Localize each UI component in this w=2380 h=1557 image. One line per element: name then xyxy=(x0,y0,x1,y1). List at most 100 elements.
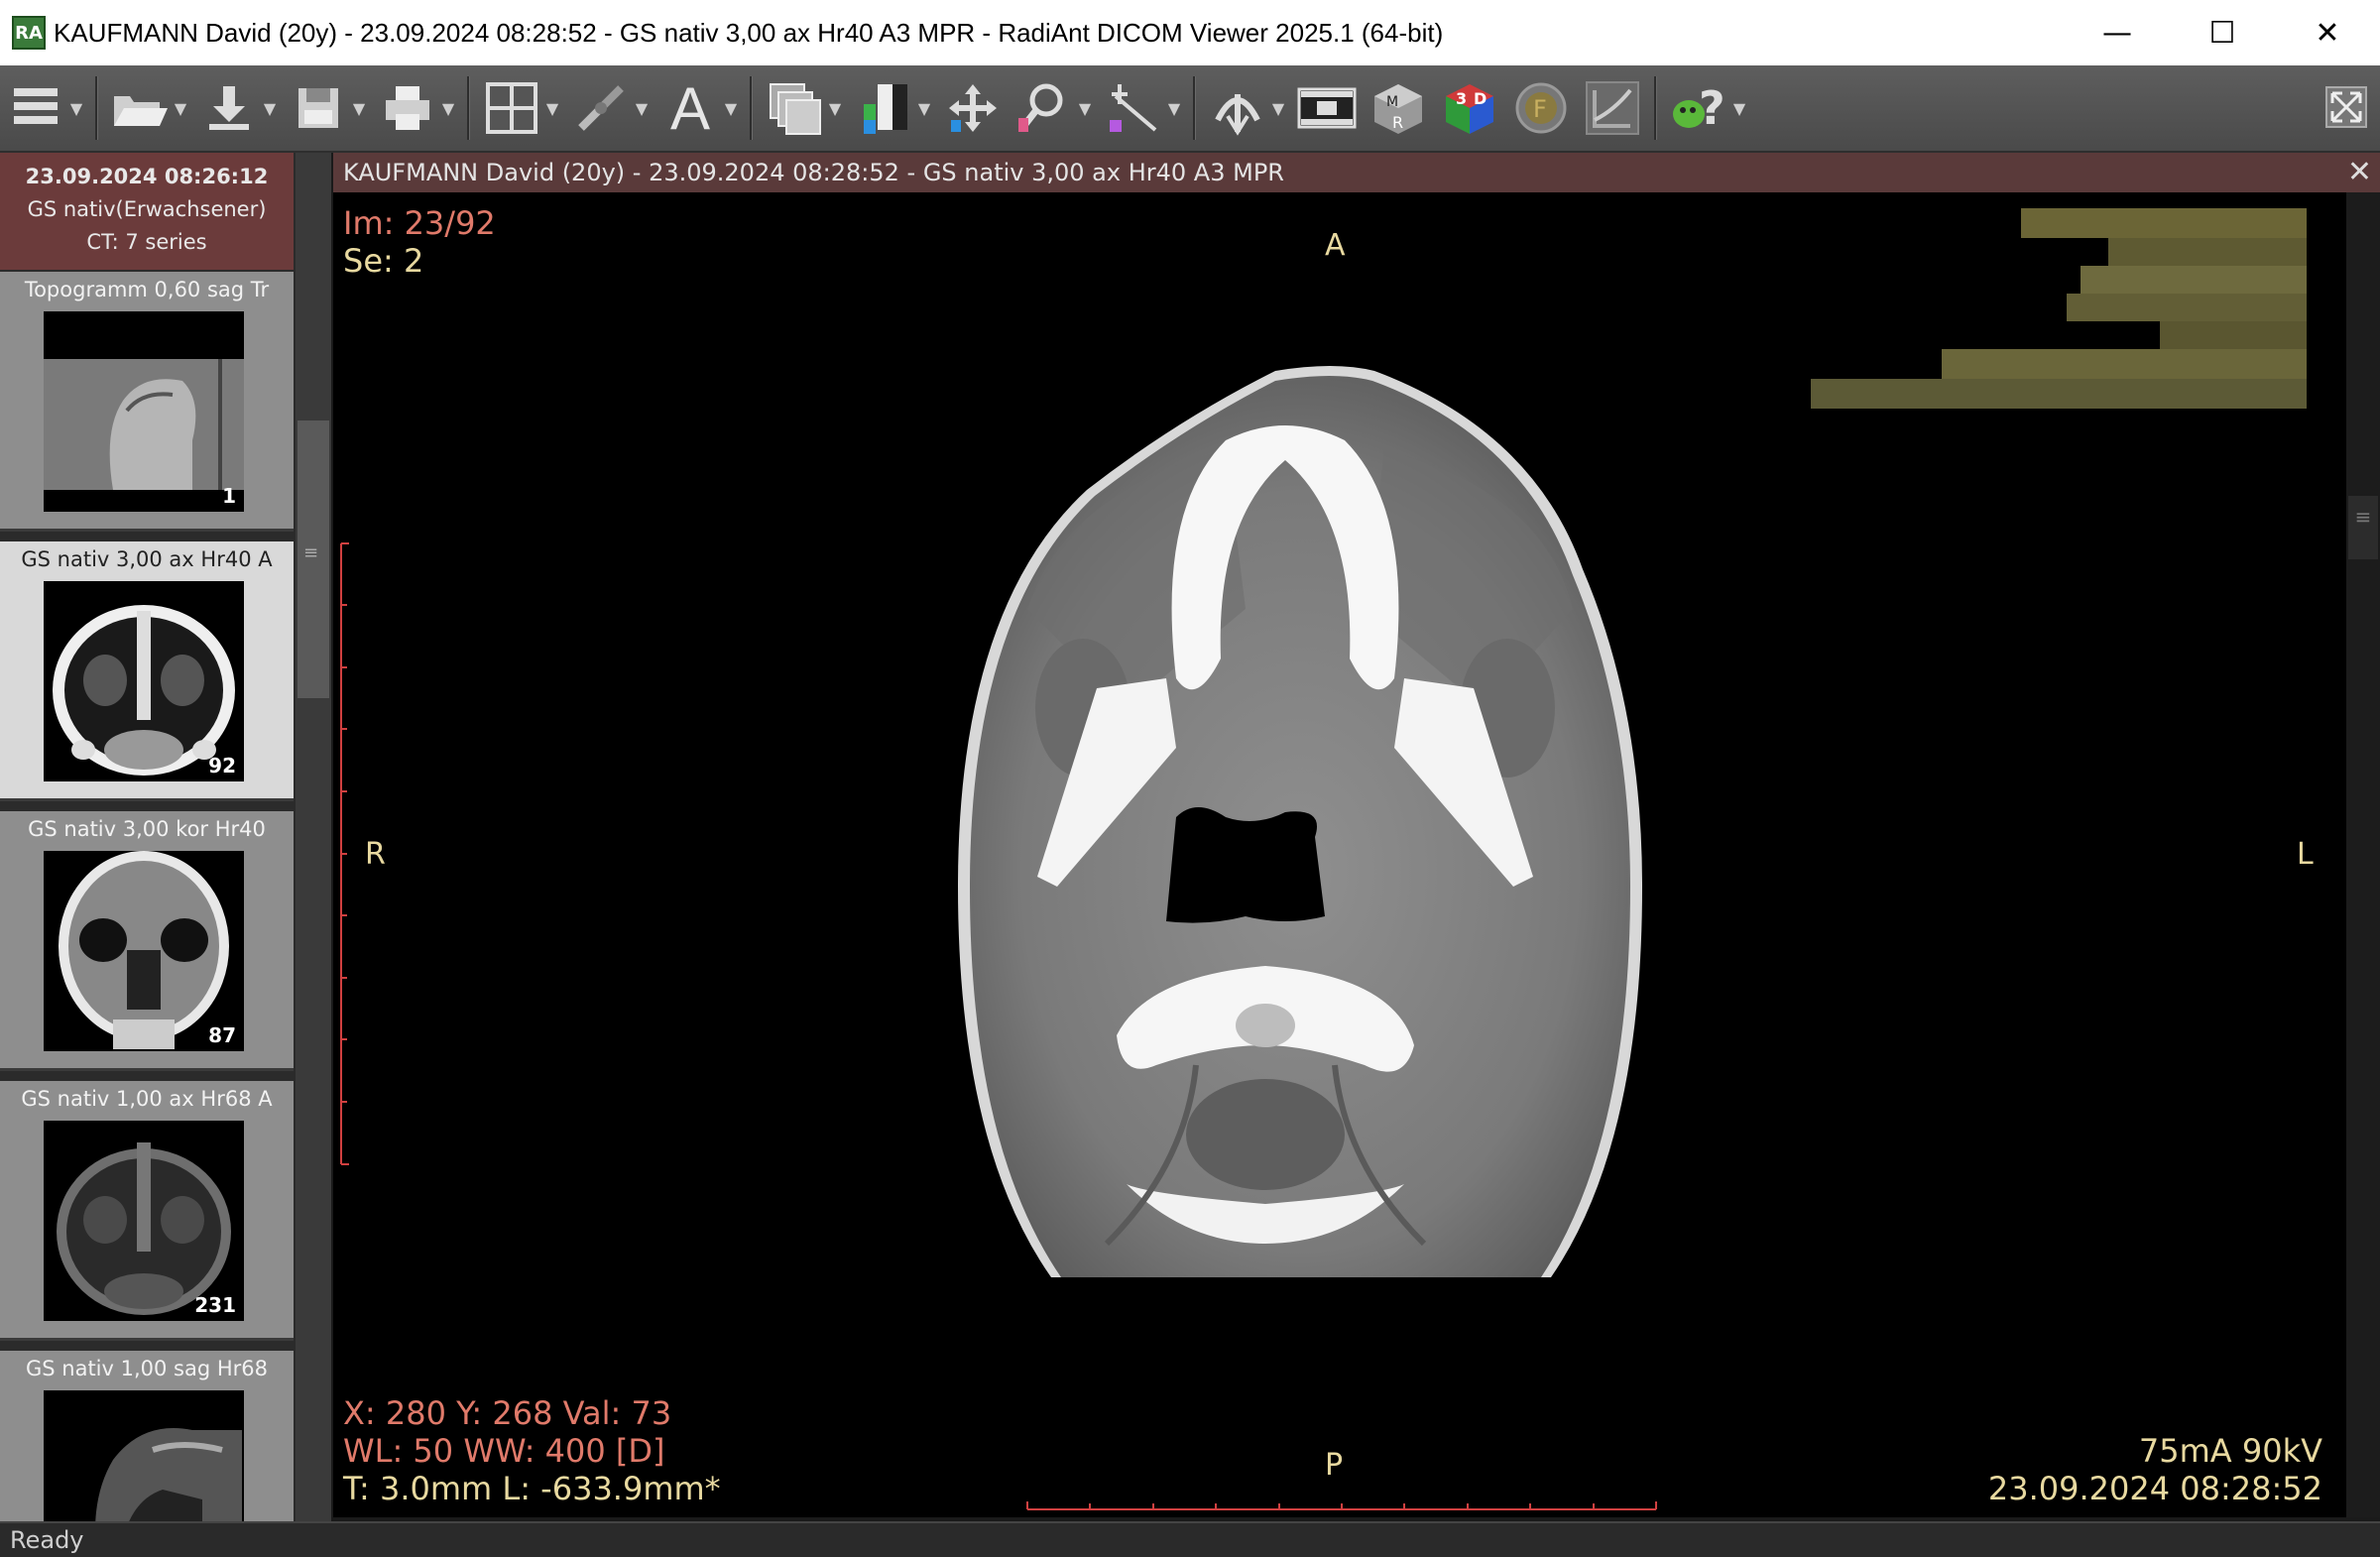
print-icon xyxy=(376,76,439,140)
series-stack-icon xyxy=(763,76,826,140)
3d-button[interactable]: 3D xyxy=(1434,72,1505,144)
chevron-down-icon[interactable]: ▼ xyxy=(826,99,844,118)
chevron-down-icon[interactable]: ▼ xyxy=(543,99,561,118)
window-level-readout: WL: 50 WW: 400 [D] xyxy=(343,1432,665,1470)
3d-icon: 3D xyxy=(1438,76,1501,140)
series-thumbnail-image: 92 xyxy=(44,581,244,781)
series-label: GS nativ 3,00 kor Hr40 xyxy=(28,817,266,841)
study-series-count: CT: 7 series xyxy=(86,230,207,254)
annotation-text-icon: A xyxy=(669,74,711,142)
series-thumbnail[interactable]: GS nativ 1,00 sag Hr68 xyxy=(0,1351,294,1521)
window-level-button[interactable]: ▼ xyxy=(848,72,937,144)
curve-button[interactable] xyxy=(1577,72,1648,144)
viewer-header: KAUFMANN David (20y) - 23.09.2024 08:28:… xyxy=(333,153,2380,192)
series-thumbnail[interactable]: GS nativ 3,00 ax Hr40 A 92 xyxy=(0,541,294,801)
splitter-grip-icon[interactable]: ≡ xyxy=(2348,496,2378,559)
svg-text:F: F xyxy=(1533,95,1547,123)
toolbar-separator xyxy=(467,76,470,140)
chevron-down-icon[interactable]: ▼ xyxy=(915,99,933,118)
open-button[interactable]: ▼ xyxy=(104,72,193,144)
print-button[interactable]: ▼ xyxy=(372,72,461,144)
fusion-icon xyxy=(1206,76,1269,140)
svg-text:R: R xyxy=(1392,113,1403,132)
pan-button[interactable] xyxy=(937,72,1009,144)
toolbar-separator xyxy=(1193,76,1196,140)
svg-text:3: 3 xyxy=(1456,89,1467,108)
chevron-down-icon[interactable]: ▼ xyxy=(172,99,189,118)
series-label: GS nativ 3,00 ax Hr40 A xyxy=(21,547,273,571)
minimize-button[interactable]: — xyxy=(2065,0,2170,65)
chevron-down-icon[interactable]: ▼ xyxy=(67,99,85,118)
viewer-close-icon[interactable]: ✕ xyxy=(2347,153,2372,192)
series-panel: 23.09.2024 08:26:12 GS nativ(Erwachsener… xyxy=(0,153,296,1521)
measure-button[interactable]: ▼ xyxy=(1098,72,1187,144)
flag-icon: F xyxy=(1509,76,1573,140)
chevron-down-icon[interactable]: ▼ xyxy=(1730,99,1748,118)
help-icon: ? xyxy=(1667,76,1730,140)
series-stack-button[interactable]: ▼ xyxy=(759,72,848,144)
chevron-down-icon[interactable]: ▼ xyxy=(722,99,740,118)
toolbar: ▼ ▼ ▼ ▼ ▼ ▼ ▼ A ▼ ▼ ▼ ▼ ▼ ▼ M R 3 D F ? … xyxy=(0,65,2380,153)
chevron-down-icon[interactable]: ▼ xyxy=(1165,99,1183,118)
save-icon xyxy=(287,76,350,140)
series-index: Se: 2 xyxy=(343,242,424,280)
slice-readout: T: 3.0mm L: -633.9mm* xyxy=(343,1470,721,1507)
series-label: Topogramm 0,60 sag Tr xyxy=(24,278,270,301)
study-description: GS nativ(Erwachsener) xyxy=(27,197,267,221)
download-icon xyxy=(197,76,261,140)
splitter-grip-icon[interactable]: ≡ xyxy=(303,544,323,562)
series-label: GS nativ 1,00 sag Hr68 xyxy=(25,1357,269,1380)
toolbar-separator xyxy=(1654,76,1657,140)
study-header[interactable]: 23.09.2024 08:26:12 GS nativ(Erwachsener… xyxy=(0,153,294,270)
series-thumbnail-image xyxy=(44,1390,244,1521)
image-index: Im: 23/92 xyxy=(343,204,496,242)
series-image-count: 1 xyxy=(222,484,236,508)
curve-icon xyxy=(1581,76,1644,140)
cine-button[interactable] xyxy=(1291,72,1363,144)
chevron-down-icon[interactable]: ▼ xyxy=(633,99,651,118)
chevron-down-icon[interactable]: ▼ xyxy=(350,99,368,118)
fusion-button[interactable]: ▼ xyxy=(1202,72,1291,144)
series-label: GS nativ 1,00 ax Hr68 A xyxy=(21,1087,273,1111)
mpr-button[interactable]: MR xyxy=(1363,72,1434,144)
series-image-count: 87 xyxy=(208,1023,236,1047)
svg-text:?: ? xyxy=(1699,81,1726,135)
chevron-down-icon[interactable]: ▼ xyxy=(439,99,457,118)
anonymized-info-block xyxy=(1811,208,2307,409)
chevron-down-icon[interactable]: ▼ xyxy=(261,99,279,118)
flag-button[interactable]: F xyxy=(1505,72,1577,144)
maximize-button[interactable]: ☐ xyxy=(2170,0,2275,65)
window-level-icon xyxy=(852,76,915,140)
link-button[interactable]: ▼ xyxy=(565,72,654,144)
series-thumbnail[interactable]: GS nativ 3,00 kor Hr40 87 xyxy=(0,811,294,1071)
svg-text:D: D xyxy=(1474,89,1487,108)
viewport-scrollbar[interactable]: ≡ xyxy=(2346,192,2380,1517)
orientation-bottom: P xyxy=(1325,1448,1344,1483)
chevron-down-icon[interactable]: ▼ xyxy=(1269,99,1287,118)
mpr-icon: MR xyxy=(1367,76,1430,140)
download-button[interactable]: ▼ xyxy=(193,72,283,144)
svg-text:M: M xyxy=(1386,94,1398,110)
save-button[interactable]: ▼ xyxy=(283,72,372,144)
chevron-down-icon[interactable]: ▼ xyxy=(1076,99,1094,118)
series-image-count: 231 xyxy=(194,1293,236,1317)
series-panel-scrollbar[interactable]: ≡ xyxy=(296,153,331,1521)
series-thumbnail[interactable]: GS nativ 1,00 ax Hr68 A 231 xyxy=(0,1081,294,1341)
series-image-count: 92 xyxy=(208,754,236,778)
zoom-button[interactable]: ▼ xyxy=(1009,72,1098,144)
fullscreen-button[interactable] xyxy=(2319,71,2374,143)
help-button[interactable]: ? ▼ xyxy=(1663,72,1752,144)
image-viewport[interactable]: Im: 23/92 Se: 2 A P R L X: 280 Y: 268 Va… xyxy=(333,192,2346,1517)
close-button[interactable]: ✕ xyxy=(2275,0,2380,65)
series-thumbnail-image: 87 xyxy=(44,851,244,1051)
layout-button[interactable]: ▼ xyxy=(476,72,565,144)
menu-button[interactable]: ▼ xyxy=(0,72,89,144)
layout-grid-icon xyxy=(480,76,543,140)
viewer-title: KAUFMANN David (20y) - 23.09.2024 08:28:… xyxy=(343,159,1284,186)
series-thumbnail[interactable]: Topogramm 0,60 sag Tr 1 xyxy=(0,272,294,532)
pan-icon xyxy=(941,76,1005,140)
cine-icon xyxy=(1295,76,1359,140)
toolbar-separator xyxy=(95,76,98,140)
annotation-button[interactable]: A ▼ xyxy=(654,72,744,144)
toolbar-separator xyxy=(750,76,753,140)
